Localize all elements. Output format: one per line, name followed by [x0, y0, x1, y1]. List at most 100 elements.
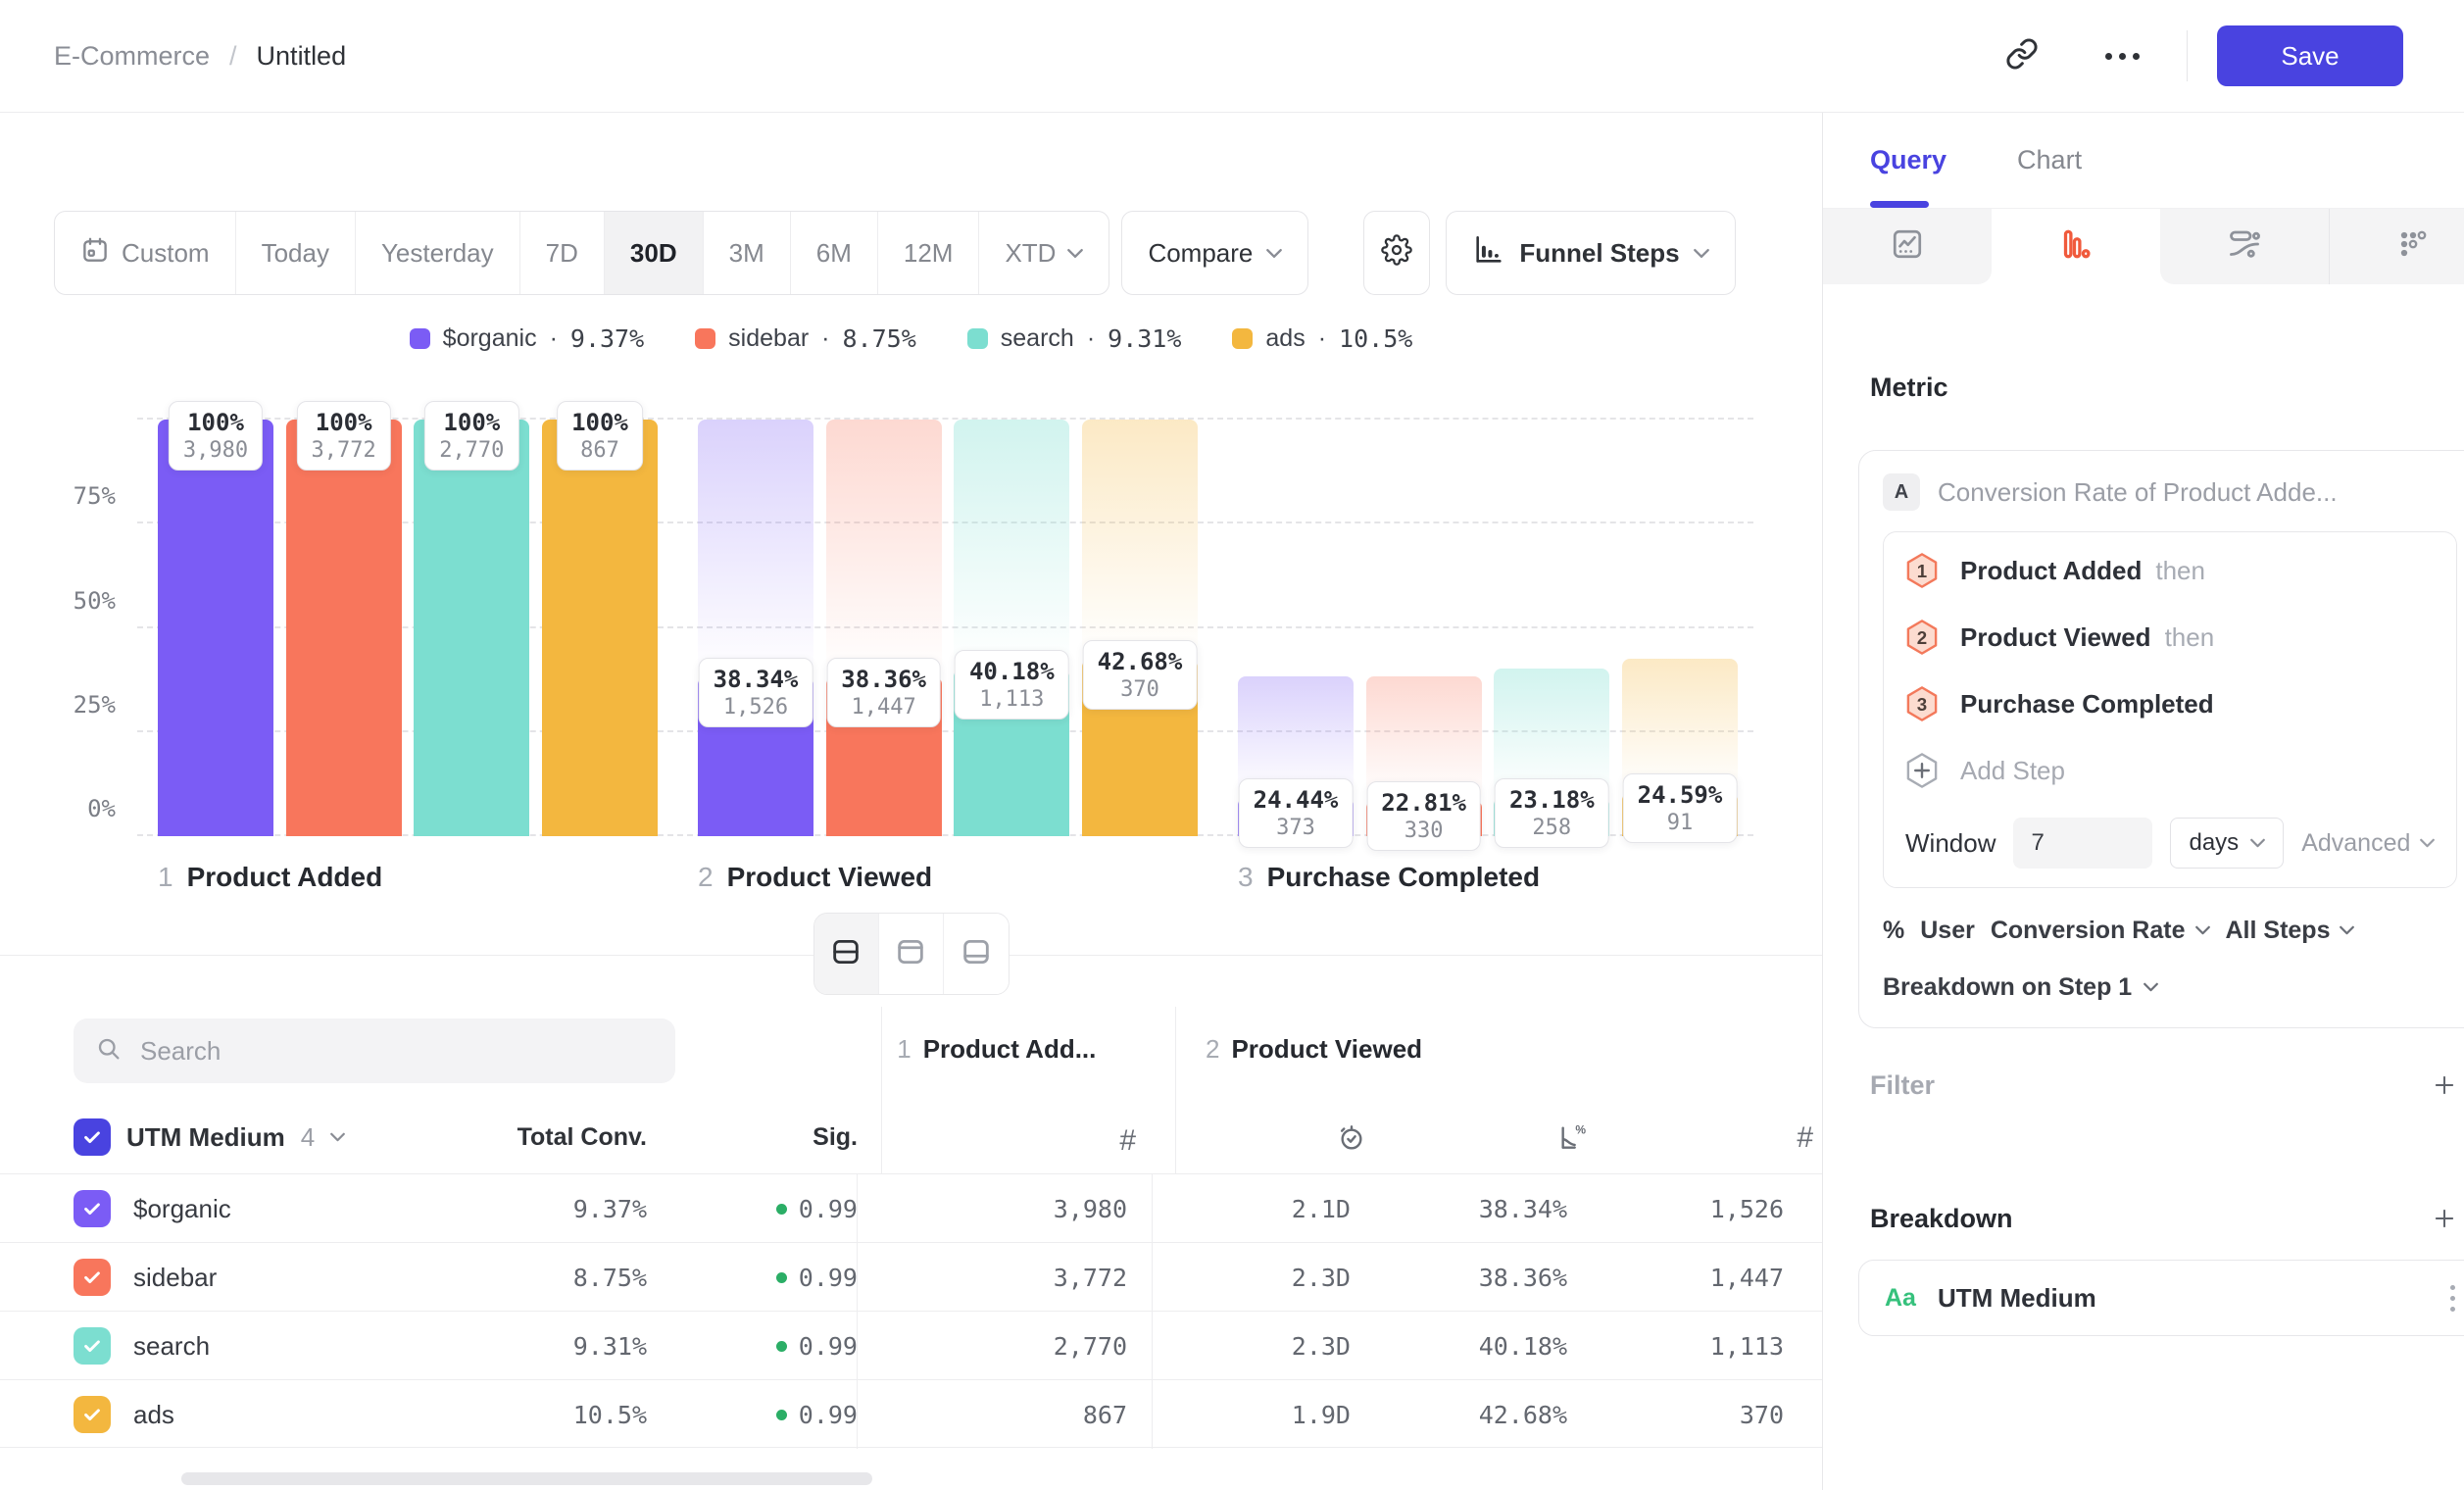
share-link-button[interactable] [1995, 28, 2049, 83]
chart-settings-button[interactable] [1363, 211, 1430, 295]
funnel-steps-icon [1472, 233, 1505, 273]
bar-value-card: 24.44% 373 [1239, 778, 1354, 848]
utm-medium-dropdown[interactable]: UTM Medium 4 [74, 1118, 358, 1156]
conversion-rate-icon[interactable]: % [1556, 1121, 1588, 1158]
bar-ghost [698, 420, 813, 676]
funnel-step-1[interactable]: 1 Product Added then [1905, 550, 2435, 591]
bar-ads-step2[interactable]: 42.68% 370 [1082, 420, 1198, 836]
legend-item-search[interactable]: search · 9.31% [967, 324, 1182, 353]
breakdown-item-menu-button[interactable] [2450, 1285, 2455, 1312]
bar-ghost [1622, 659, 1738, 793]
row-checkbox[interactable] [74, 1190, 111, 1227]
bar-solid [286, 420, 402, 836]
advanced-toggle[interactable]: Advanced [2301, 829, 2435, 858]
legend-item-sidebar[interactable]: sidebar · 8.75% [695, 324, 916, 353]
chevron-down-icon [2340, 925, 2354, 935]
layout-chart-only-button[interactable] [879, 914, 944, 994]
select-all-checkbox[interactable] [74, 1118, 111, 1156]
metric-name-row[interactable]: A Conversion Rate of Product Adde... [1883, 472, 2457, 512]
tab-chart[interactable]: Chart [2017, 145, 2082, 175]
bar-sidebar-step2[interactable]: 38.36% 1,447 [826, 420, 942, 836]
flow-chart-tab[interactable] [2160, 209, 2329, 284]
range-30d-selected[interactable]: 30D [605, 212, 704, 294]
range-3m[interactable]: 3M [704, 212, 791, 294]
table-step1-header: 1 Product Add... # [881, 1007, 1175, 1173]
tab-query[interactable]: Query [1870, 145, 1947, 175]
range-custom-label: Custom [122, 238, 210, 269]
step2-column-title[interactable]: 2 Product Viewed [1176, 1034, 1822, 1065]
legend-swatch [967, 328, 988, 349]
breakdown-on-step-dropdown[interactable]: Breakdown on Step 1 [1883, 970, 2457, 1004]
split-layout-icon [829, 935, 862, 973]
chevron-down-icon [1067, 248, 1083, 259]
bar-organic-step2[interactable]: 38.34% 1,526 [698, 420, 813, 836]
step-label-2: 2 Product Viewed [698, 862, 1198, 893]
step-label-3: 3 Purchase Completed [1238, 862, 1738, 893]
range-7d[interactable]: 7D [520, 212, 605, 294]
range-xtd[interactable]: XTD [979, 212, 1109, 294]
breadcrumb-current[interactable]: Untitled [257, 41, 347, 72]
bar-search-step1[interactable]: 100% 2,770 [414, 420, 529, 836]
count-metric-icon[interactable]: # [1797, 1121, 1813, 1158]
legend-item-ads[interactable]: ads · 10.5% [1232, 324, 1412, 353]
measure-metric-dropdown[interactable]: Conversion Rate [1991, 917, 2210, 945]
range-6m[interactable]: 6M [791, 212, 878, 294]
row-checkbox[interactable] [74, 1396, 111, 1433]
table-row-search: search 9.31% 0.99 2,770 2.3D 40.18% 1,11… [0, 1311, 1822, 1379]
horizontal-scrollbar-thumb[interactable] [181, 1472, 872, 1485]
range-custom[interactable]: Custom [55, 212, 236, 294]
total-conv-column-header[interactable]: Total Conv. [358, 1123, 647, 1152]
funnel-step-3[interactable]: 3 Purchase Completed [1905, 683, 2435, 724]
scatter-chart-tab[interactable] [2329, 209, 2464, 284]
count-metric-icon[interactable]: # [1119, 1124, 1136, 1158]
table-group-header-row: UTM Medium 4 Total Conv. Sig. [74, 1105, 881, 1169]
add-breakdown-button[interactable] [2431, 1205, 2458, 1232]
breadcrumb-parent[interactable]: E-Commerce [54, 41, 210, 72]
save-button[interactable]: Save [2217, 25, 2403, 86]
bar-solid [542, 420, 658, 836]
bar-search-step2[interactable]: 40.18% 1,113 [954, 420, 1069, 836]
chart-legend: $organic · 9.37% sidebar · 8.75% search … [0, 324, 1822, 352]
measure-scope-dropdown[interactable]: All Steps [2226, 917, 2355, 945]
topbar-actions: Save [1995, 25, 2403, 86]
bar-ads-step1[interactable]: 100% 867 [542, 420, 658, 836]
bar-organic-step1[interactable]: 100% 3,980 [158, 420, 273, 836]
bar-search-step3[interactable]: 23.18% 258 [1494, 420, 1609, 836]
significance-dot [776, 1204, 787, 1215]
chevron-down-icon [2195, 925, 2210, 935]
funnel-chart-tab-active[interactable] [1992, 209, 2160, 284]
bar-sidebar-step3[interactable]: 22.81% 330 [1366, 420, 1482, 836]
legend-item-organic[interactable]: $organic · 9.37% [410, 324, 645, 353]
row-checkbox[interactable] [74, 1259, 111, 1296]
chart-type-button[interactable]: Funnel Steps [1446, 211, 1735, 295]
y-tick-0: 0% [57, 795, 116, 822]
line-chart-tab[interactable] [1823, 209, 1992, 284]
add-step-button[interactable]: Add Step [1905, 750, 2435, 791]
avg-time-icon[interactable] [1336, 1121, 1367, 1158]
layout-split-button[interactable] [814, 914, 879, 994]
range-12m[interactable]: 12M [878, 212, 980, 294]
breakdown-table: UTM Medium 4 Total Conv. Sig. [0, 1007, 1822, 1448]
bar-ads-step3[interactable]: 24.59% 91 [1622, 420, 1738, 836]
svg-text:3: 3 [1917, 694, 1927, 715]
window-value-input[interactable] [2013, 818, 2152, 869]
bar-sidebar-step1[interactable]: 100% 3,772 [286, 420, 402, 836]
range-today[interactable]: Today [236, 212, 356, 294]
funnel-step-2[interactable]: 2 Product Viewed then [1905, 617, 2435, 658]
window-unit-select[interactable]: days [2170, 818, 2284, 869]
more-menu-button[interactable] [2094, 28, 2149, 83]
row-checkbox[interactable] [74, 1327, 111, 1365]
step-group-3: 24.44% 373 22.81% 330 [1238, 420, 1738, 836]
sig-column-header[interactable]: Sig. [647, 1123, 858, 1152]
bar-value-card: 100% 867 [557, 401, 643, 471]
measure-entity[interactable]: User [1920, 917, 1975, 945]
step1-column-title[interactable]: 1 Product Add... [897, 1034, 1136, 1065]
bar-organic-step3[interactable]: 24.44% 373 [1238, 420, 1354, 836]
range-yesterday[interactable]: Yesterday [356, 212, 520, 294]
compare-button[interactable]: Compare [1121, 211, 1308, 295]
step-label-1: 1 Product Added [158, 862, 658, 893]
search-input[interactable] [140, 1036, 611, 1067]
breakdown-item-utm-medium[interactable]: Aa UTM Medium [1858, 1260, 2464, 1336]
add-filter-button[interactable] [2431, 1071, 2458, 1099]
layout-table-only-button[interactable] [944, 914, 1009, 994]
